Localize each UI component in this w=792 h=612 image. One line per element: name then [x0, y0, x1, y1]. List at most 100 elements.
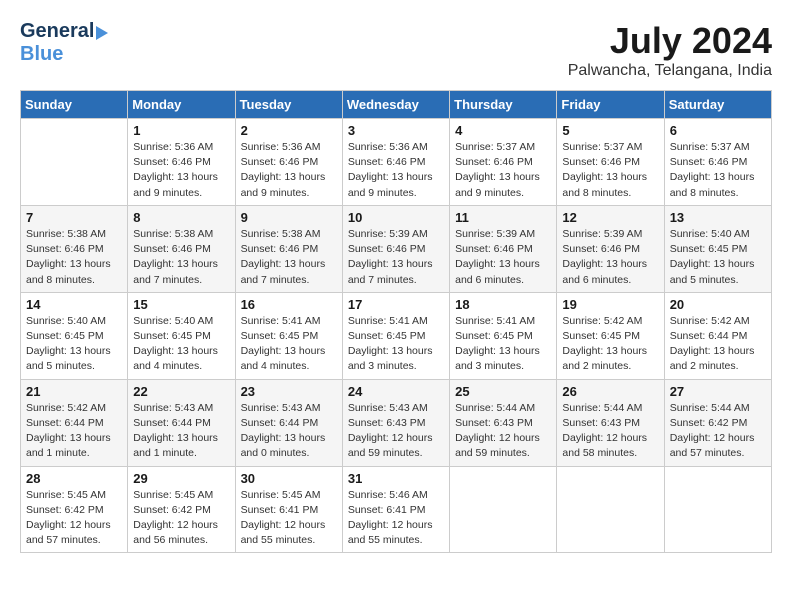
day-number: 17 [348, 297, 444, 312]
week-row-1: 1 Sunrise: 5:36 AM Sunset: 6:46 PM Daylig… [21, 119, 772, 206]
day-number: 3 [348, 123, 444, 138]
day-info: Sunrise: 5:43 AM Sunset: 6:43 PM Dayligh… [348, 401, 444, 462]
week-row-3: 14 Sunrise: 5:40 AM Sunset: 6:45 PM Dayli… [21, 292, 772, 379]
calendar-cell: 11Sunrise: 5:39 AM Sunset: 6:46 PM Dayli… [450, 205, 557, 292]
day-info: Sunrise: 5:42 AM Sunset: 6:44 PM Dayligh… [670, 314, 766, 375]
day-number: 8 [133, 210, 229, 225]
week-row-4: 21Sunrise: 5:42 AM Sunset: 6:44 PM Dayli… [21, 379, 772, 466]
day-number: 1 [133, 123, 229, 138]
day-info: Sunrise: 5:39 AM Sunset: 6:46 PM Dayligh… [455, 227, 551, 288]
day-info: Sunrise: 5:42 AM Sunset: 6:44 PM Dayligh… [26, 401, 122, 462]
calendar-cell: 15 Sunrise: 5:40 AM Sunset: 6:45 PM Dayli… [128, 292, 235, 379]
calendar-table: SundayMondayTuesdayWednesdayThursdayFrid… [20, 90, 772, 553]
day-number: 6 [670, 123, 766, 138]
day-info: Sunrise: 5:37 AM Sunset: 6:46 PM Dayligh… [670, 140, 766, 201]
day-info: Sunrise: 5:43 AM Sunset: 6:44 PM Dayligh… [241, 401, 337, 462]
location-subtitle: Palwancha, Telangana, India [568, 62, 772, 80]
calendar-cell: 21Sunrise: 5:42 AM Sunset: 6:44 PM Dayli… [21, 379, 128, 466]
calendar-cell: 1Sunrise: 5:36 AM Sunset: 6:46 PM Daylig… [128, 119, 235, 206]
calendar-cell: 26 Sunrise: 5:44 AM Sunset: 6:43 PM Dayli… [557, 379, 664, 466]
col-header-sunday: Sunday [21, 91, 128, 119]
calendar-cell: 22 Sunrise: 5:43 AM Sunset: 6:44 PM Dayli… [128, 379, 235, 466]
day-info: Sunrise: 5:43 AM Sunset: 6:44 PM Dayligh… [133, 401, 229, 462]
day-number: 20 [670, 297, 766, 312]
col-header-friday: Friday [557, 91, 664, 119]
calendar-cell: 29 Sunrise: 5:45 AM Sunset: 6:42 PM Dayli… [128, 466, 235, 553]
col-header-wednesday: Wednesday [342, 91, 449, 119]
day-info: Sunrise: 5:38 AM Sunset: 6:46 PM Dayligh… [241, 227, 337, 288]
col-header-saturday: Saturday [664, 91, 771, 119]
day-info: Sunrise: 5:44 AM Sunset: 6:43 PM Dayligh… [562, 401, 658, 462]
day-number: 26 [562, 384, 658, 399]
day-number: 7 [26, 210, 122, 225]
day-number: 15 [133, 297, 229, 312]
day-info: Sunrise: 5:39 AM Sunset: 6:46 PM Dayligh… [348, 227, 444, 288]
day-number: 10 [348, 210, 444, 225]
page-header: General Blue July 2024 Palwancha, Telang… [20, 20, 772, 80]
day-number: 29 [133, 471, 229, 486]
day-number: 31 [348, 471, 444, 486]
day-info: Sunrise: 5:40 AM Sunset: 6:45 PM Dayligh… [26, 314, 122, 375]
day-number: 27 [670, 384, 766, 399]
calendar-cell: 27Sunrise: 5:44 AM Sunset: 6:42 PM Dayli… [664, 379, 771, 466]
col-header-monday: Monday [128, 91, 235, 119]
day-number: 9 [241, 210, 337, 225]
day-info: Sunrise: 5:41 AM Sunset: 6:45 PM Dayligh… [348, 314, 444, 375]
week-row-5: 28 Sunrise: 5:45 AM Sunset: 6:42 PM Dayli… [21, 466, 772, 553]
day-number: 14 [26, 297, 122, 312]
day-number: 22 [133, 384, 229, 399]
day-number: 18 [455, 297, 551, 312]
calendar-cell: 20 Sunrise: 5:42 AM Sunset: 6:44 PM Dayli… [664, 292, 771, 379]
day-info: Sunrise: 5:44 AM Sunset: 6:43 PM Dayligh… [455, 401, 551, 462]
day-number: 4 [455, 123, 551, 138]
calendar-cell: 4Sunrise: 5:37 AM Sunset: 6:46 PM Daylig… [450, 119, 557, 206]
calendar-cell [664, 466, 771, 553]
logo-arrow-icon [96, 26, 108, 40]
day-number: 5 [562, 123, 658, 138]
month-year-title: July 2024 [568, 20, 772, 62]
week-row-2: 7 Sunrise: 5:38 AM Sunset: 6:46 PM Daylig… [21, 205, 772, 292]
logo-general-text: General [20, 20, 94, 43]
day-info: Sunrise: 5:46 AM Sunset: 6:41 PM Dayligh… [348, 488, 444, 549]
calendar-cell: 17 Sunrise: 5:41 AM Sunset: 6:45 PM Dayli… [342, 292, 449, 379]
day-info: Sunrise: 5:39 AM Sunset: 6:46 PM Dayligh… [562, 227, 658, 288]
day-number: 28 [26, 471, 122, 486]
day-info: Sunrise: 5:40 AM Sunset: 6:45 PM Dayligh… [133, 314, 229, 375]
col-header-tuesday: Tuesday [235, 91, 342, 119]
day-info: Sunrise: 5:37 AM Sunset: 6:46 PM Dayligh… [562, 140, 658, 201]
logo: General Blue [20, 20, 108, 66]
calendar-cell: 9 Sunrise: 5:38 AM Sunset: 6:46 PM Daylig… [235, 205, 342, 292]
day-info: Sunrise: 5:42 AM Sunset: 6:45 PM Dayligh… [562, 314, 658, 375]
day-info: Sunrise: 5:40 AM Sunset: 6:45 PM Dayligh… [670, 227, 766, 288]
calendar-cell [21, 119, 128, 206]
calendar-cell: 3 Sunrise: 5:36 AM Sunset: 6:46 PM Daylig… [342, 119, 449, 206]
calendar-cell: 19Sunrise: 5:42 AM Sunset: 6:45 PM Dayli… [557, 292, 664, 379]
calendar-cell: 13Sunrise: 5:40 AM Sunset: 6:45 PM Dayli… [664, 205, 771, 292]
day-info: Sunrise: 5:38 AM Sunset: 6:46 PM Dayligh… [133, 227, 229, 288]
day-info: Sunrise: 5:36 AM Sunset: 6:46 PM Dayligh… [241, 140, 337, 201]
day-info: Sunrise: 5:41 AM Sunset: 6:45 PM Dayligh… [455, 314, 551, 375]
calendar-cell: 30 Sunrise: 5:45 AM Sunset: 6:41 PM Dayli… [235, 466, 342, 553]
calendar-cell: 7Sunrise: 5:38 AM Sunset: 6:46 PM Daylig… [21, 205, 128, 292]
calendar-cell: 25 Sunrise: 5:44 AM Sunset: 6:43 PM Dayli… [450, 379, 557, 466]
calendar-cell: 8 Sunrise: 5:38 AM Sunset: 6:46 PM Daylig… [128, 205, 235, 292]
day-number: 16 [241, 297, 337, 312]
calendar-body: 1 Sunrise: 5:36 AM Sunset: 6:46 PM Daylig… [21, 119, 772, 553]
day-number: 12 [562, 210, 658, 225]
calendar-cell: 5 Sunrise: 5:37 AM Sunset: 6:46 PM Daylig… [557, 119, 664, 206]
day-info: Sunrise: 5:45 AM Sunset: 6:42 PM Dayligh… [133, 488, 229, 549]
day-number: 30 [241, 471, 337, 486]
day-info: Sunrise: 5:36 AM Sunset: 6:46 PM Dayligh… [348, 140, 444, 201]
col-header-thursday: Thursday [450, 91, 557, 119]
calendar-cell: 10 Sunrise: 5:39 AM Sunset: 6:46 PM Dayli… [342, 205, 449, 292]
calendar-cell: 2 Sunrise: 5:36 AM Sunset: 6:46 PM Daylig… [235, 119, 342, 206]
calendar-cell [557, 466, 664, 553]
calendar-cell [450, 466, 557, 553]
day-number: 25 [455, 384, 551, 399]
calendar-cell: 16Sunrise: 5:41 AM Sunset: 6:45 PM Dayli… [235, 292, 342, 379]
calendar-cell: 12 Sunrise: 5:39 AM Sunset: 6:46 PM Dayli… [557, 205, 664, 292]
calendar-cell: 18 Sunrise: 5:41 AM Sunset: 6:45 PM Dayli… [450, 292, 557, 379]
calendar-cell: 31 Sunrise: 5:46 AM Sunset: 6:41 PM Dayli… [342, 466, 449, 553]
day-number: 2 [241, 123, 337, 138]
day-info: Sunrise: 5:45 AM Sunset: 6:41 PM Dayligh… [241, 488, 337, 549]
